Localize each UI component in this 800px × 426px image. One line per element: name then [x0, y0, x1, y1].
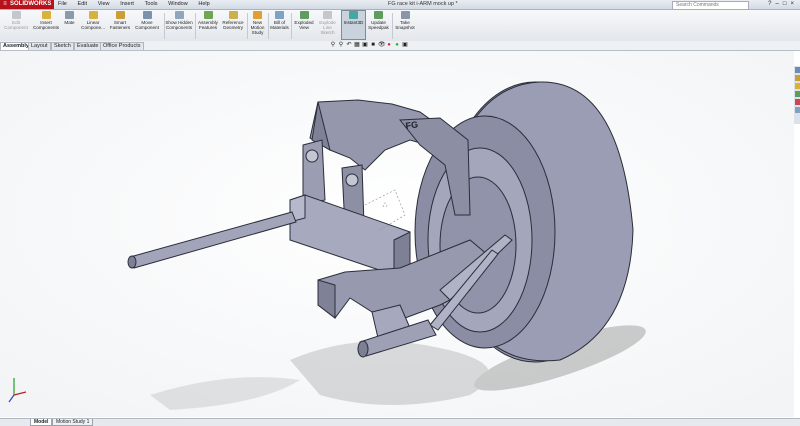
- hide-show-icon[interactable]: 👁: [378, 42, 386, 48]
- scene-icon[interactable]: ●: [394, 42, 400, 48]
- move-component-button[interactable]: Move Component: [133, 11, 161, 30]
- command-manager: Edit Component Insert Components Mate Li…: [0, 10, 800, 42]
- show-hidden-components-button[interactable]: Show Hidden Components: [165, 11, 193, 30]
- menu-tools[interactable]: Tools: [145, 1, 158, 7]
- document-title: FG race kit i-ARM mock up *: [388, 1, 458, 7]
- exploded-view-icon: [299, 11, 309, 19]
- explode-line-sketch-button[interactable]: Explode Line Sketch: [316, 11, 339, 35]
- view-orientation-icon[interactable]: ▣: [362, 42, 368, 48]
- graphics-area[interactable]: FG: [0, 51, 794, 417]
- minimize-icon[interactable]: –: [776, 1, 783, 7]
- menu-insert[interactable]: Insert: [120, 1, 134, 7]
- previous-view-icon[interactable]: ↶: [346, 42, 352, 48]
- show-hidden-icon: [174, 11, 184, 19]
- tab-evaluate[interactable]: Evaluate: [74, 42, 102, 50]
- smart-fasteners-button[interactable]: Smart Fasteners: [108, 11, 132, 30]
- snapshot-icon: [400, 11, 410, 19]
- new-motion-study-button[interactable]: New Motion Study: [248, 11, 267, 35]
- insert-components-icon: [41, 11, 51, 19]
- smart-fasteners-icon: [115, 11, 125, 19]
- title-bar: ≡ SOLIDWORKS File Edit View Insert Tools …: [0, 0, 800, 10]
- linear-pattern-button[interactable]: Linear Compone...: [79, 11, 107, 30]
- bom-icon: [275, 11, 284, 19]
- ds-logo-icon: ≡: [3, 1, 7, 7]
- mate-icon: [65, 11, 74, 19]
- solidworks-logo[interactable]: ≡ SOLIDWORKS: [0, 0, 54, 9]
- mate-button[interactable]: Mate: [62, 11, 77, 25]
- close-icon[interactable]: ×: [790, 1, 798, 7]
- insert-components-button[interactable]: Insert Components: [31, 11, 61, 30]
- motion-study-icon: [253, 11, 262, 19]
- exploded-view-button[interactable]: Exploded View: [292, 11, 316, 30]
- section-view-icon[interactable]: ▦: [354, 42, 360, 48]
- window-controls: ?–□×: [768, 0, 798, 9]
- menu-edit[interactable]: Edit: [78, 1, 87, 7]
- explode-line-icon: [323, 11, 332, 19]
- menu-view[interactable]: View: [98, 1, 110, 7]
- take-snapshot-button[interactable]: Take Snapshot: [393, 11, 417, 30]
- reference-geometry-icon: [228, 11, 238, 19]
- app-logo-text: SOLIDWORKS: [10, 1, 52, 7]
- search-commands-input[interactable]: Search Commands: [672, 1, 749, 10]
- edit-component-icon: [11, 11, 21, 19]
- design-library-icon[interactable]: [795, 75, 800, 81]
- task-pane: [793, 66, 800, 124]
- view-palette-icon[interactable]: [795, 91, 800, 97]
- assembly-features-button[interactable]: Assembly Features: [196, 11, 220, 30]
- instant3d-button[interactable]: Instant3D: [341, 10, 366, 40]
- file-explorer-icon[interactable]: [795, 83, 800, 89]
- heads-up-view-toolbar: ⚲ ⚲ ↶ ▦ ▣ ■ 👁 ● ● ▣: [330, 42, 410, 50]
- speedpak-icon: [374, 11, 383, 19]
- update-speedpak-button[interactable]: Update Speedpak: [366, 11, 391, 30]
- resources-icon[interactable]: [795, 67, 800, 73]
- reference-geometry-button[interactable]: Reference Geometry: [220, 11, 246, 30]
- linear-pattern-icon: [88, 11, 98, 19]
- view-settings-icon[interactable]: ▣: [402, 42, 408, 48]
- edit-component-button[interactable]: Edit Component: [1, 11, 31, 30]
- appearance-icon[interactable]: ●: [386, 42, 392, 48]
- tab-office-products[interactable]: Office Products: [100, 42, 144, 50]
- move-component-icon: [142, 11, 152, 19]
- tab-layout[interactable]: Layout: [28, 42, 51, 50]
- menu-bar: File Edit View Insert Tools Window Help: [58, 0, 219, 9]
- menu-window[interactable]: Window: [168, 1, 188, 7]
- help-icon[interactable]: ?: [768, 1, 775, 7]
- tab-sketch[interactable]: Sketch: [51, 42, 74, 50]
- menu-help[interactable]: Help: [198, 1, 209, 7]
- display-style-icon[interactable]: ■: [370, 42, 376, 48]
- custom-properties-icon[interactable]: [795, 107, 800, 113]
- zoom-to-fit-icon[interactable]: ⚲: [330, 42, 336, 48]
- instant3d-icon: [349, 11, 358, 19]
- model-label: FG: [405, 119, 419, 131]
- assembly-features-icon: [203, 11, 213, 19]
- menu-file[interactable]: File: [58, 1, 67, 7]
- zoom-area-icon[interactable]: ⚲: [338, 42, 344, 48]
- appearances-icon[interactable]: [795, 99, 800, 105]
- bill-of-materials-button[interactable]: Bill of Materials: [269, 11, 290, 30]
